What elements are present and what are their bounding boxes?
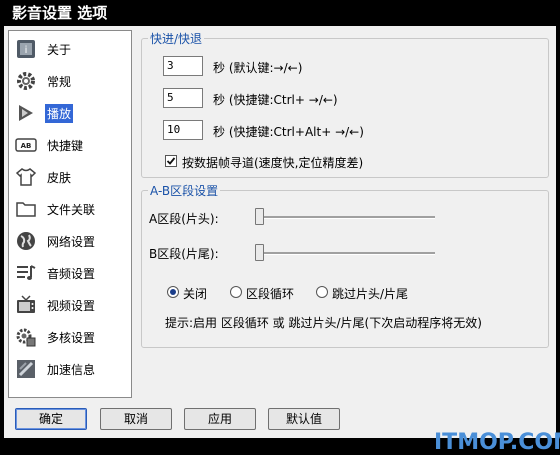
about-icon: i — [13, 36, 39, 62]
play-icon — [13, 100, 39, 126]
sidebar-item-label: 视频设置 — [47, 298, 96, 313]
sidebar-item-playback[interactable]: 播放 — [13, 98, 127, 128]
sidebar-item-label: 播放 — [45, 103, 74, 123]
seek-row-label-3: 秒 (快捷键:Ctrl+Alt+ →/←) — [213, 125, 364, 139]
sidebar-item-multicore[interactable]: 多核设置 — [13, 322, 127, 352]
b-segment-label: B区段(片尾): — [149, 247, 219, 261]
radio-skip[interactable] — [316, 286, 328, 298]
settings-panel: 快进/快退 3 秒 (默认键:→/←) 5 秒 (快捷键:Ctrl+ →/←) … — [135, 30, 553, 398]
svg-text:i: i — [25, 45, 28, 56]
globe-icon — [13, 228, 39, 254]
sidebar-item-label: 关于 — [47, 42, 72, 57]
sidebar-item-label: 多核设置 — [47, 330, 96, 345]
radio-loop-label: 区段循环 — [246, 287, 295, 301]
seek-group-legend: 快进/快退 — [150, 32, 203, 46]
a-segment-slider-track[interactable] — [255, 216, 435, 219]
b-segment-slider-thumb[interactable] — [255, 244, 264, 261]
seek-seconds-input-1[interactable]: 3 — [163, 56, 203, 76]
shirt-icon — [13, 164, 39, 190]
sidebar-item-audio[interactable]: 音频设置 — [13, 258, 127, 288]
sidebar-item-hotkeys[interactable]: AB 快捷键 — [13, 130, 127, 160]
keyframe-seek-label: 按数据帧寻道(速度快,定位精度差) — [182, 156, 364, 170]
radio-off[interactable] — [167, 286, 179, 298]
accel-icon — [13, 356, 39, 382]
radio-off-label: 关闭 — [183, 287, 208, 301]
tv-icon — [13, 292, 39, 318]
sidebar-item-skin[interactable]: 皮肤 — [13, 162, 127, 192]
folder-icon — [13, 196, 39, 222]
sidebar-item-label: 快捷键 — [47, 138, 84, 153]
sidebar-item-video[interactable]: 视频设置 — [13, 290, 127, 320]
default-button[interactable]: 默认值 — [268, 408, 340, 430]
seek-row-label-1: 秒 (默认键:→/←) — [213, 61, 303, 75]
watermark-text: ITMOP.COM — [434, 430, 560, 455]
hotkey-icon: AB — [13, 132, 39, 158]
seek-seconds-input-3[interactable]: 10 — [163, 120, 203, 140]
sidebar-item-file-assoc[interactable]: 文件关联 — [13, 194, 127, 224]
gear-icon — [13, 68, 39, 94]
sidebar-item-about[interactable]: i 关于 — [13, 34, 127, 64]
sidebar-item-general[interactable]: 常规 — [13, 66, 127, 96]
svg-text:AB: AB — [21, 142, 32, 150]
sidebar-item-label: 文件关联 — [47, 202, 96, 217]
radio-loop[interactable] — [230, 286, 242, 298]
sidebar-item-accel-info[interactable]: 加速信息 — [13, 354, 127, 384]
dialog-client: i 关于 常规 播放 AB 快捷键 皮肤 文件关联 网络设置 音频设置 视频设置… — [4, 26, 560, 455]
sidebar: i 关于 常规 播放 AB 快捷键 皮肤 文件关联 网络设置 音频设置 视频设置… — [8, 30, 132, 398]
seek-row-label-2: 秒 (快捷键:Ctrl+ →/←) — [213, 93, 338, 107]
ab-group-legend: A-B区段设置 — [150, 184, 219, 198]
radio-skip-label: 跳过片头/片尾 — [332, 287, 409, 301]
apply-button[interactable]: 应用 — [184, 408, 256, 430]
sidebar-item-label: 音频设置 — [47, 266, 96, 281]
seek-seconds-input-2[interactable]: 5 — [163, 88, 203, 108]
a-segment-slider-thumb[interactable] — [255, 208, 264, 225]
keyframe-seek-checkbox[interactable] — [165, 155, 177, 167]
cpu-gear-icon — [13, 324, 39, 350]
cancel-button[interactable]: 取消 — [100, 408, 172, 430]
b-segment-slider-track[interactable] — [255, 252, 435, 255]
sidebar-item-network[interactable]: 网络设置 — [13, 226, 127, 256]
checkmark-icon — [166, 157, 176, 165]
sidebar-item-label: 加速信息 — [47, 362, 96, 377]
audio-icon — [13, 260, 39, 286]
sidebar-item-label: 皮肤 — [47, 170, 72, 185]
sidebar-item-label: 常规 — [47, 74, 72, 89]
a-segment-label: A区段(片头): — [149, 212, 219, 226]
window-title: 影音设置 选项 — [0, 0, 560, 26]
ab-hint-text: 提示:启用 区段循环 或 跳过片头/片尾(下次启动程序将无效) — [165, 316, 482, 330]
sidebar-item-label: 网络设置 — [47, 234, 96, 249]
ok-button[interactable]: 确定 — [15, 408, 87, 430]
